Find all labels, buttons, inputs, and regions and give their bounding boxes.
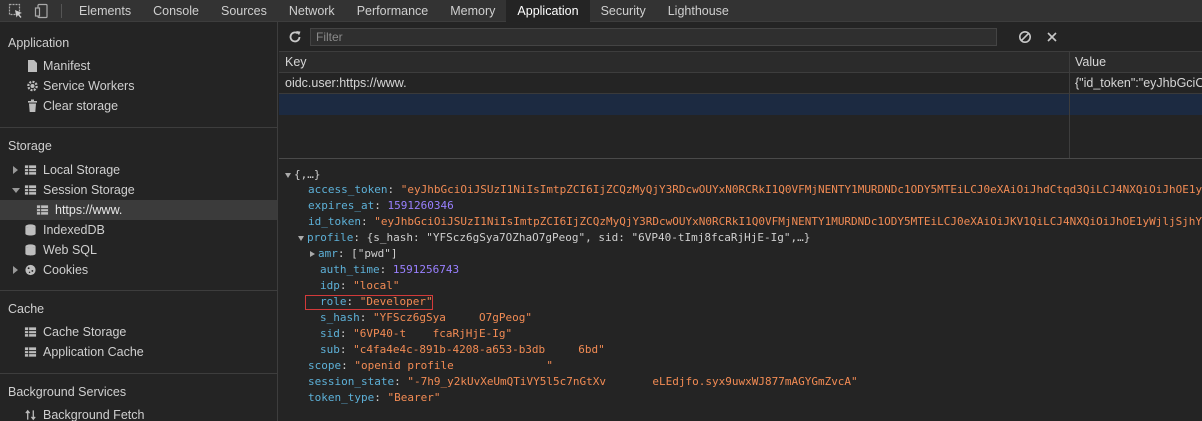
json-preview: {,…} access_token: "eyJhbGciOiJSUzI1NiIs… xyxy=(279,162,1202,421)
section-divider xyxy=(0,127,277,128)
pane-splitter[interactable] xyxy=(279,158,1202,159)
sidebar-item-application-cache[interactable]: Application Cache xyxy=(0,342,277,362)
sidebar-item-label: Application Cache xyxy=(43,345,144,359)
section-title-application: Application xyxy=(8,36,70,50)
json-line-role: role: "Developer" xyxy=(320,295,433,308)
sidebar-item-web-sql[interactable]: Web SQL xyxy=(0,240,277,260)
expand-arrow-icon[interactable] xyxy=(310,251,315,257)
sidebar-item-label: Local Storage xyxy=(43,163,121,177)
sidebar-item-service-workers[interactable]: Service Workers xyxy=(0,76,277,96)
table-header: Key Value xyxy=(279,52,1202,73)
sync-arrows-icon xyxy=(25,409,36,421)
section-title-cache: Cache xyxy=(8,302,45,316)
collapse-arrow-icon[interactable] xyxy=(12,188,20,193)
database-icon xyxy=(25,244,36,256)
json-line-token-type: token_type: "Bearer" xyxy=(308,391,441,404)
cell-value: {"id_token":"eyJhbGciOiJ xyxy=(1075,76,1202,90)
column-header-value[interactable]: Value xyxy=(1075,52,1106,72)
sidebar-item-background-fetch[interactable]: Background Fetch xyxy=(0,405,277,421)
devtools-tab-bar: Elements Console Sources Network Perform… xyxy=(0,0,1202,22)
sidebar-item-label: Cache Storage xyxy=(43,325,127,339)
storage-toolbar xyxy=(279,22,1202,52)
tab-network[interactable]: Network xyxy=(278,0,346,22)
json-line-s-hash: s_hash: "YFScz6gSya O7gPeog" xyxy=(320,311,532,324)
json-line-sub: sub: "c4fa4e4c-891b-4208-a653-b3db 6bd" xyxy=(320,343,605,356)
tab-memory[interactable]: Memory xyxy=(439,0,506,22)
storage-grid-icon xyxy=(24,185,37,195)
refresh-icon[interactable] xyxy=(288,30,302,44)
sidebar-item-label: Clear storage xyxy=(43,99,119,113)
section-divider xyxy=(0,373,277,374)
sidebar-item-label: https://www. xyxy=(55,203,123,217)
sidebar-item-label: Background Fetch xyxy=(43,408,145,421)
sidebar-item-label: IndexedDB xyxy=(43,223,105,237)
sidebar-item-local-storage[interactable]: Local Storage xyxy=(0,160,277,180)
json-line-id-token: id_token: "eyJhbGciOiJSUzI1NiIsImtpZCI6I… xyxy=(308,215,1202,228)
clear-all-icon[interactable] xyxy=(1018,30,1032,44)
json-line-scope: scope: "openid profile " xyxy=(308,359,554,372)
collapse-arrow-icon[interactable] xyxy=(285,172,291,178)
table-row-selected-empty[interactable] xyxy=(279,94,1202,115)
sidebar-item-indexeddb[interactable]: IndexedDB xyxy=(0,220,277,240)
expand-arrow-icon[interactable] xyxy=(13,166,18,174)
section-divider xyxy=(0,290,277,291)
sidebar-item-session-origin[interactable]: https://www. xyxy=(0,200,277,220)
storage-grid-icon xyxy=(24,327,37,337)
storage-grid-icon xyxy=(36,205,49,215)
inspect-element-icon[interactable] xyxy=(8,3,24,19)
sidebar-item-cookies[interactable]: Cookies xyxy=(0,260,277,280)
column-header-key[interactable]: Key xyxy=(285,52,307,72)
sidebar-item-session-storage[interactable]: Session Storage xyxy=(0,180,277,200)
storage-viewer: Key Value oidc.user:https://www. {"id_to… xyxy=(279,22,1202,421)
json-line-auth-time: auth_time: 1591256743 xyxy=(320,263,460,276)
json-line-profile[interactable]: profile: {s_hash: "YFScz6gSya7OZhaO7gPeo… xyxy=(298,230,810,245)
section-title-storage: Storage xyxy=(8,139,52,153)
sidebar-item-clear-storage[interactable]: Clear storage xyxy=(0,96,277,116)
column-divider[interactable] xyxy=(1069,52,1070,158)
gear-icon xyxy=(27,80,38,92)
tab-lighthouse[interactable]: Lighthouse xyxy=(657,0,740,22)
device-toolbar-icon[interactable] xyxy=(34,3,50,19)
tab-performance[interactable]: Performance xyxy=(346,0,440,22)
cell-key: oidc.user:https://www. xyxy=(285,76,407,90)
json-root[interactable]: {,…} xyxy=(285,167,321,182)
json-line-sid: sid: "6VP40-t fcaRjHjE-Ig" xyxy=(320,327,513,340)
storage-grid-icon xyxy=(24,165,37,175)
json-line-expires-at: expires_at: 1591260346 xyxy=(308,199,454,212)
trash-icon xyxy=(28,99,37,112)
application-sidebar: Application Manifest Service Workers Cle… xyxy=(0,22,278,421)
json-line-idp: idp: "local" xyxy=(320,279,400,292)
expand-arrow-icon[interactable] xyxy=(13,266,18,274)
filter-input[interactable] xyxy=(310,28,997,46)
collapse-arrow-icon[interactable] xyxy=(298,235,304,241)
database-icon xyxy=(25,224,36,236)
sidebar-item-label: Manifest xyxy=(43,59,91,73)
json-line-session-state: session_state: "-7h9_y2kUvXeUmQTiVY5l5c7… xyxy=(308,375,858,388)
sidebar-item-label: Web SQL xyxy=(43,243,97,257)
document-icon xyxy=(28,60,37,72)
sidebar-item-manifest[interactable]: Manifest xyxy=(0,56,277,76)
sidebar-item-label: Service Workers xyxy=(43,79,135,93)
json-line-access-token: access_token: "eyJhbGciOiJSUzI1NiIsImtpZ… xyxy=(308,183,1202,196)
sidebar-item-label: Cookies xyxy=(43,263,89,277)
sidebar-item-cache-storage[interactable]: Cache Storage xyxy=(0,322,277,342)
toolbar-divider xyxy=(61,4,62,18)
delete-selected-icon[interactable] xyxy=(1046,31,1058,43)
sidebar-item-label: Session Storage xyxy=(43,183,135,197)
tab-elements[interactable]: Elements xyxy=(68,0,142,22)
table-row[interactable]: oidc.user:https://www. {"id_token":"eyJh… xyxy=(279,73,1202,94)
tab-sources[interactable]: Sources xyxy=(210,0,278,22)
storage-grid-icon xyxy=(24,347,37,357)
section-title-background-services: Background Services xyxy=(8,385,127,399)
tab-console[interactable]: Console xyxy=(142,0,210,22)
tab-application[interactable]: Application xyxy=(506,0,590,22)
tab-security[interactable]: Security xyxy=(590,0,657,22)
json-line-amr[interactable]: amr: ["pwd"] xyxy=(310,246,397,261)
cookie-icon xyxy=(25,264,36,276)
